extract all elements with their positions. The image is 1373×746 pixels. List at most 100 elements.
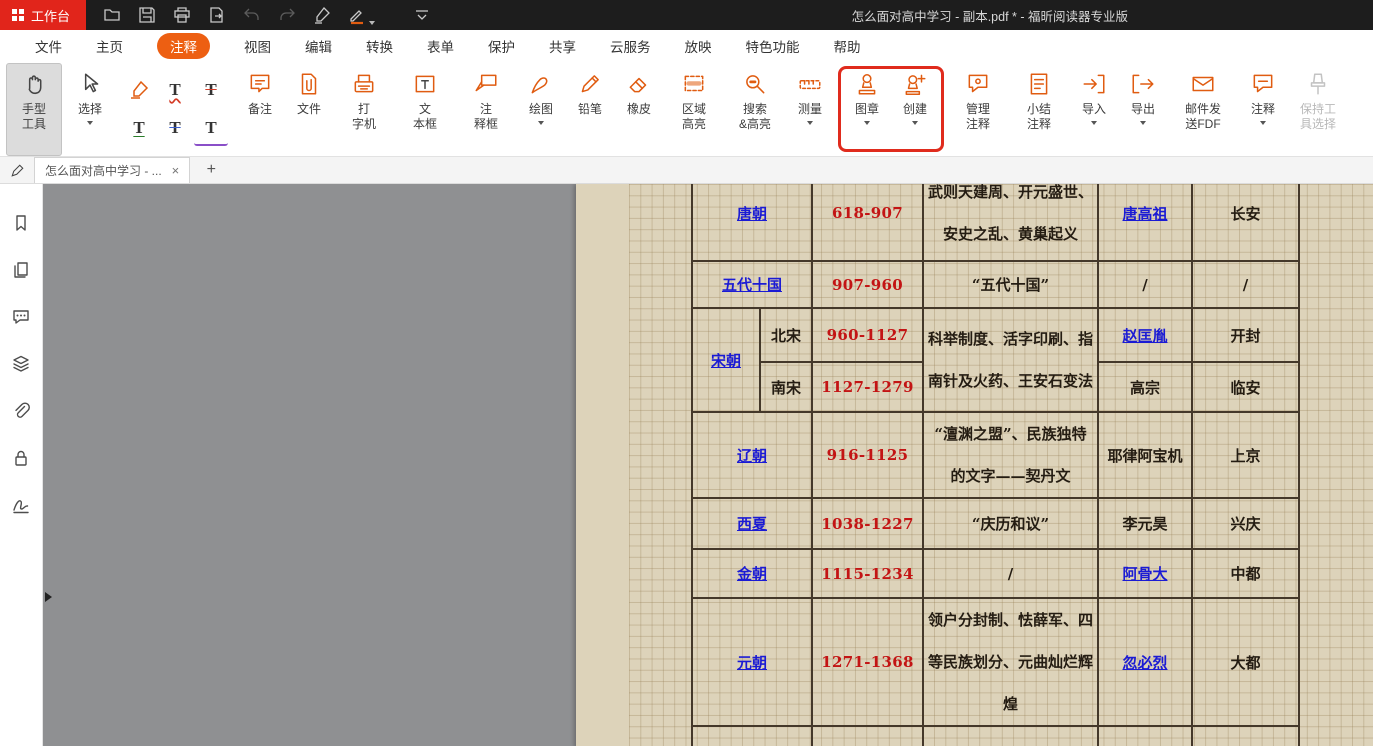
table-cell: 兴庆 xyxy=(1192,498,1299,549)
area-highlight-button[interactable]: 区域高亮 xyxy=(667,64,721,155)
sidebar-pages-button[interactable] xyxy=(10,259,32,281)
pen-tool-dropdown[interactable] xyxy=(347,5,375,25)
redo-icon[interactable] xyxy=(277,5,297,25)
attach-file-button[interactable]: 文件 xyxy=(288,64,330,155)
strikeout-icon[interactable]: T xyxy=(194,72,228,108)
table-cell: 1127-1279 xyxy=(812,362,923,412)
sidebar-bookmarks-button[interactable] xyxy=(10,212,32,234)
table-cell: “五代十国” xyxy=(923,261,1098,308)
summarize-comments-button[interactable]: 小结注释 xyxy=(1012,64,1066,155)
menu-view[interactable]: 视图 xyxy=(244,36,271,56)
dynasty-link[interactable]: 元朝 xyxy=(737,654,767,672)
import-button[interactable]: 导入 xyxy=(1073,64,1115,155)
drawing-button[interactable]: 绘图 xyxy=(520,64,562,155)
new-tab-button[interactable]: + xyxy=(202,161,220,179)
founder-link[interactable]: 忽必烈 xyxy=(1122,654,1167,672)
comments-panel-button[interactable]: 注释 xyxy=(1242,64,1284,155)
squiggly-underline-icon[interactable]: T xyxy=(158,72,192,108)
export-button[interactable]: 导出 xyxy=(1122,64,1164,155)
table-cell: 907-960 xyxy=(812,261,923,308)
menu-cloud[interactable]: 云服务 xyxy=(610,36,651,56)
highlight-marker-icon[interactable] xyxy=(122,72,156,108)
table-cell: / xyxy=(1192,261,1299,308)
textbox-button[interactable]: 文本框 xyxy=(398,64,452,155)
stamp-button[interactable]: 图章 xyxy=(846,64,888,155)
measure-button[interactable]: 测量 xyxy=(789,64,831,155)
chevron-down-icon xyxy=(87,121,93,125)
menu-convert[interactable]: 转换 xyxy=(366,36,393,56)
dynasty-link[interactable]: 五代十国 xyxy=(722,276,782,294)
window-title: 怎么面对高中学习 - 副本.pdf * - 福昕阅读器专业版 xyxy=(852,6,1128,25)
menu-protect[interactable]: 保护 xyxy=(488,36,515,56)
table-cell: 大都 xyxy=(1192,598,1299,726)
document-viewport[interactable]: 唐朝 618-907 武则天建周、开元盛世、安史之乱、黄巢起义 唐高祖 长安 五… xyxy=(43,184,1373,746)
sidebar-layers-button[interactable] xyxy=(10,353,32,375)
note-button[interactable]: 备注 xyxy=(239,64,281,155)
create-stamp-button[interactable]: 创建 xyxy=(894,64,936,155)
menu-slideshow[interactable]: 放映 xyxy=(685,36,712,56)
search-highlight-button[interactable]: 搜索&高亮 xyxy=(728,64,782,155)
menu-edit[interactable]: 编辑 xyxy=(305,36,332,56)
manage-comments-button[interactable]: 管理注释 xyxy=(951,64,1005,155)
callout-icon xyxy=(473,69,499,99)
close-tab-icon[interactable]: × xyxy=(172,163,180,178)
menu-form[interactable]: 表单 xyxy=(427,36,454,56)
highlighter-quick-icon[interactable] xyxy=(312,5,332,25)
save-icon[interactable] xyxy=(137,5,157,25)
ruler-icon xyxy=(797,69,823,99)
menu-share[interactable]: 共享 xyxy=(549,36,576,56)
note-icon xyxy=(247,69,273,99)
sidebar-signature-button[interactable] xyxy=(10,494,32,516)
summary-doc-icon xyxy=(1026,69,1052,99)
sidebar-comments-button[interactable] xyxy=(10,306,32,328)
menu-home[interactable]: 主页 xyxy=(96,36,123,56)
keep-tool-selected-button[interactable]: 保持工具选择 xyxy=(1291,64,1345,155)
menu-help[interactable]: 帮助 xyxy=(834,36,861,56)
dynasty-link[interactable]: 西夏 xyxy=(737,515,767,533)
document-tab[interactable]: 怎么面对高中学习 - ... × xyxy=(34,157,190,183)
menu-features[interactable]: 特色功能 xyxy=(746,36,800,56)
hand-tool-button[interactable]: 手型工具 xyxy=(6,63,62,156)
dynasty-link[interactable]: 宋朝 xyxy=(711,352,741,370)
dynasty-link[interactable]: 辽朝 xyxy=(737,447,767,465)
tutorial-highlight-box: 图章 创建 xyxy=(838,66,944,152)
callout-button[interactable]: 注释框 xyxy=(459,64,513,155)
select-tool-button[interactable]: 选择 xyxy=(69,64,111,155)
menu-file[interactable]: 文件 xyxy=(35,36,62,56)
print-icon[interactable] xyxy=(172,5,192,25)
sidebar-security-button[interactable] xyxy=(10,447,32,469)
insert-text-icon[interactable]: T xyxy=(194,110,228,146)
undo-icon[interactable] xyxy=(242,5,262,25)
collapse-toolbar-icon[interactable] xyxy=(412,5,432,25)
share-doc-icon[interactable] xyxy=(207,5,227,25)
document-tab-title: 怎么面对高中学习 - ... xyxy=(45,162,162,179)
dynasty-link[interactable]: 金朝 xyxy=(737,565,767,583)
sidebar-attachments-button[interactable] xyxy=(10,400,32,422)
table-cell: 唐朝 xyxy=(692,184,812,261)
hand-icon xyxy=(21,69,47,99)
table-cell: 金朝 xyxy=(692,549,812,598)
replace-text-icon[interactable]: T xyxy=(158,110,192,146)
table-row: 元朝 1271-1368 领户分封制、怯薛军、四等民族划分、元曲灿烂辉煌 忽必烈… xyxy=(692,598,1299,726)
menu-comment[interactable]: 注释 xyxy=(157,33,210,59)
create-stamp-icon xyxy=(902,69,928,99)
annotation-pencil-icon[interactable] xyxy=(0,163,34,178)
table-cell: “澶渊之盟”、民族独特的文字——契丹文 xyxy=(923,412,1098,498)
email-fdf-button[interactable]: 邮件发送FDF xyxy=(1171,64,1235,155)
open-file-icon[interactable] xyxy=(102,5,122,25)
dynasty-link[interactable]: 唐朝 xyxy=(737,205,767,223)
table-cell: 耶律阿宝机 xyxy=(1098,412,1192,498)
panel-expander-handle[interactable] xyxy=(45,592,52,602)
eraser-button[interactable]: 橡皮 xyxy=(618,64,660,155)
typewriter-button[interactable]: 打字机 xyxy=(337,64,391,155)
table-cell: 中都 xyxy=(1192,549,1299,598)
founder-link[interactable]: 赵匡胤 xyxy=(1122,327,1167,345)
underline-icon[interactable]: T xyxy=(122,110,156,146)
pencil-button[interactable]: 铅笔 xyxy=(569,64,611,155)
table-cell: 西夏 xyxy=(692,498,812,549)
founder-link[interactable]: 阿骨大 xyxy=(1122,565,1167,583)
table-cell: 临安 xyxy=(1192,362,1299,412)
table-row: 辽朝 916-1125 “澶渊之盟”、民族独特的文字——契丹文 耶律阿宝机 上京 xyxy=(692,412,1299,498)
founder-link[interactable]: 唐高祖 xyxy=(1122,205,1167,223)
workspace-button[interactable]: 工作台 xyxy=(0,0,86,30)
